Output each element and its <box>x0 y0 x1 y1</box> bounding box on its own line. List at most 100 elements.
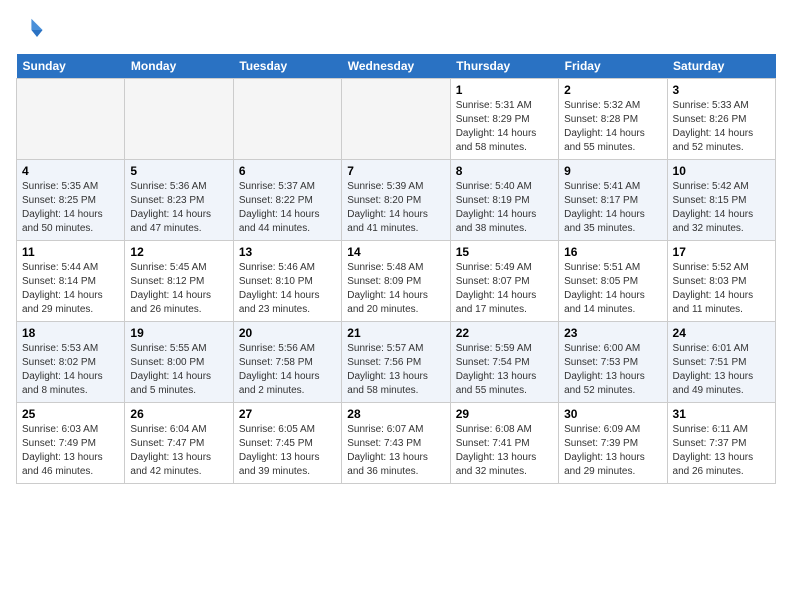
calendar-header: SundayMondayTuesdayWednesdayThursdayFrid… <box>17 54 776 79</box>
day-number: 10 <box>673 164 770 178</box>
calendar-cell: 23Sunrise: 6:00 AM Sunset: 7:53 PM Dayli… <box>559 322 667 403</box>
day-info: Sunrise: 5:46 AM Sunset: 8:10 PM Dayligh… <box>239 261 336 317</box>
header-day-thursday: Thursday <box>450 54 558 79</box>
day-info: Sunrise: 6:09 AM Sunset: 7:39 PM Dayligh… <box>564 423 661 479</box>
calendar-week-3: 11 Sunrise: 5:44 AM Sunset: 8:14 PM Dayli… <box>17 241 776 322</box>
day-number: 8 <box>456 164 553 178</box>
logo <box>16 16 48 44</box>
logo-icon <box>16 16 44 44</box>
calendar-cell: 30 Sunrise: 6:09 AM Sunset: 7:39 PM Dayli… <box>559 403 667 484</box>
calendar-week-5: 25 Sunrise: 6:03 AM Sunset: 7:49 PM Dayli… <box>17 403 776 484</box>
day-info: Sunrise: 5:31 AM Sunset: 8:29 PM Dayligh… <box>456 99 553 155</box>
day-info: Sunrise: 5:56 AM Sunset: 7:58 PM Dayligh… <box>239 342 336 398</box>
day-info: Sunrise: 5:51 AM Sunset: 8:05 PM Dayligh… <box>564 261 661 317</box>
day-info: Sunrise: 5:53 AM Sunset: 8:02 PM Dayligh… <box>22 342 119 398</box>
day-info: Sunrise: 5:39 AM Sunset: 8:20 PM Dayligh… <box>347 180 444 236</box>
day-number: 16 <box>564 245 661 259</box>
calendar-cell: 7Sunrise: 5:39 AM Sunset: 8:20 PM Daylig… <box>342 160 450 241</box>
calendar-cell: 26 Sunrise: 6:04 AM Sunset: 7:47 PM Dayli… <box>125 403 233 484</box>
day-number: 26 <box>130 407 227 421</box>
calendar-cell: 18Sunrise: 5:53 AM Sunset: 8:02 PM Dayli… <box>17 322 125 403</box>
header-day-friday: Friday <box>559 54 667 79</box>
day-info: Sunrise: 5:49 AM Sunset: 8:07 PM Dayligh… <box>456 261 553 317</box>
header-day-wednesday: Wednesday <box>342 54 450 79</box>
day-info: Sunrise: 5:35 AM Sunset: 8:25 PM Dayligh… <box>22 180 119 236</box>
calendar-cell <box>17 79 125 160</box>
day-info: Sunrise: 5:32 AM Sunset: 8:28 PM Dayligh… <box>564 99 661 155</box>
day-info: Sunrise: 6:00 AM Sunset: 7:53 PM Dayligh… <box>564 342 661 398</box>
calendar-cell: 27Sunrise: 6:05 AM Sunset: 7:45 PM Dayli… <box>233 403 341 484</box>
day-info: Sunrise: 5:42 AM Sunset: 8:15 PM Dayligh… <box>673 180 770 236</box>
calendar-week-1: 1Sunrise: 5:31 AM Sunset: 8:29 PM Daylig… <box>17 79 776 160</box>
day-info: Sunrise: 6:08 AM Sunset: 7:41 PM Dayligh… <box>456 423 553 479</box>
day-info: Sunrise: 5:41 AM Sunset: 8:17 PM Dayligh… <box>564 180 661 236</box>
calendar-table: SundayMondayTuesdayWednesdayThursdayFrid… <box>16 54 776 484</box>
calendar-cell: 11 Sunrise: 5:44 AM Sunset: 8:14 PM Dayli… <box>17 241 125 322</box>
day-number: 13 <box>239 245 336 259</box>
calendar-cell: 19 Sunrise: 5:55 AM Sunset: 8:00 PM Dayli… <box>125 322 233 403</box>
calendar-cell: 21 Sunrise: 5:57 AM Sunset: 7:56 PM Dayli… <box>342 322 450 403</box>
calendar-cell: 31 Sunrise: 6:11 AM Sunset: 7:37 PM Dayli… <box>667 403 775 484</box>
day-info: Sunrise: 5:57 AM Sunset: 7:56 PM Dayligh… <box>347 342 444 398</box>
day-info: Sunrise: 6:07 AM Sunset: 7:43 PM Dayligh… <box>347 423 444 479</box>
header-row: SundayMondayTuesdayWednesdayThursdayFrid… <box>17 54 776 79</box>
day-number: 11 <box>22 245 119 259</box>
day-info: Sunrise: 5:55 AM Sunset: 8:00 PM Dayligh… <box>130 342 227 398</box>
day-number: 30 <box>564 407 661 421</box>
calendar-cell: 1Sunrise: 5:31 AM Sunset: 8:29 PM Daylig… <box>450 79 558 160</box>
calendar-cell: 9 Sunrise: 5:41 AM Sunset: 8:17 PM Daylig… <box>559 160 667 241</box>
header-day-saturday: Saturday <box>667 54 775 79</box>
header-day-monday: Monday <box>125 54 233 79</box>
calendar-week-2: 4 Sunrise: 5:35 AM Sunset: 8:25 PM Daylig… <box>17 160 776 241</box>
calendar-cell: 20Sunrise: 5:56 AM Sunset: 7:58 PM Dayli… <box>233 322 341 403</box>
day-number: 29 <box>456 407 553 421</box>
day-number: 25 <box>22 407 119 421</box>
day-number: 14 <box>347 245 444 259</box>
calendar-cell: 14 Sunrise: 5:48 AM Sunset: 8:09 PM Dayli… <box>342 241 450 322</box>
day-number: 5 <box>130 164 227 178</box>
calendar-cell: 22Sunrise: 5:59 AM Sunset: 7:54 PM Dayli… <box>450 322 558 403</box>
day-number: 9 <box>564 164 661 178</box>
day-info: Sunrise: 6:11 AM Sunset: 7:37 PM Dayligh… <box>673 423 770 479</box>
day-number: 6 <box>239 164 336 178</box>
day-info: Sunrise: 5:40 AM Sunset: 8:19 PM Dayligh… <box>456 180 553 236</box>
day-info: Sunrise: 5:33 AM Sunset: 8:26 PM Dayligh… <box>673 99 770 155</box>
calendar-cell: 13 Sunrise: 5:46 AM Sunset: 8:10 PM Dayli… <box>233 241 341 322</box>
day-info: Sunrise: 5:45 AM Sunset: 8:12 PM Dayligh… <box>130 261 227 317</box>
day-info: Sunrise: 6:01 AM Sunset: 7:51 PM Dayligh… <box>673 342 770 398</box>
calendar-week-4: 18Sunrise: 5:53 AM Sunset: 8:02 PM Dayli… <box>17 322 776 403</box>
calendar-body: 1Sunrise: 5:31 AM Sunset: 8:29 PM Daylig… <box>17 79 776 484</box>
calendar-cell: 6Sunrise: 5:37 AM Sunset: 8:22 PM Daylig… <box>233 160 341 241</box>
day-number: 19 <box>130 326 227 340</box>
calendar-cell: 24 Sunrise: 6:01 AM Sunset: 7:51 PM Dayli… <box>667 322 775 403</box>
day-number: 28 <box>347 407 444 421</box>
calendar-cell: 3 Sunrise: 5:33 AM Sunset: 8:26 PM Daylig… <box>667 79 775 160</box>
day-number: 4 <box>22 164 119 178</box>
day-number: 15 <box>456 245 553 259</box>
day-number: 3 <box>673 83 770 97</box>
day-info: Sunrise: 5:44 AM Sunset: 8:14 PM Dayligh… <box>22 261 119 317</box>
day-number: 27 <box>239 407 336 421</box>
day-info: Sunrise: 5:36 AM Sunset: 8:23 PM Dayligh… <box>130 180 227 236</box>
calendar-cell: 17Sunrise: 5:52 AM Sunset: 8:03 PM Dayli… <box>667 241 775 322</box>
calendar-cell <box>125 79 233 160</box>
day-info: Sunrise: 5:59 AM Sunset: 7:54 PM Dayligh… <box>456 342 553 398</box>
day-info: Sunrise: 6:04 AM Sunset: 7:47 PM Dayligh… <box>130 423 227 479</box>
day-number: 24 <box>673 326 770 340</box>
calendar-cell: 10 Sunrise: 5:42 AM Sunset: 8:15 PM Dayli… <box>667 160 775 241</box>
calendar-cell: 5 Sunrise: 5:36 AM Sunset: 8:23 PM Daylig… <box>125 160 233 241</box>
page-header <box>16 16 776 44</box>
calendar-cell <box>233 79 341 160</box>
day-number: 31 <box>673 407 770 421</box>
day-number: 17 <box>673 245 770 259</box>
calendar-cell: 12 Sunrise: 5:45 AM Sunset: 8:12 PM Dayli… <box>125 241 233 322</box>
calendar-cell: 2Sunrise: 5:32 AM Sunset: 8:28 PM Daylig… <box>559 79 667 160</box>
calendar-cell: 29 Sunrise: 6:08 AM Sunset: 7:41 PM Dayli… <box>450 403 558 484</box>
day-number: 12 <box>130 245 227 259</box>
header-day-sunday: Sunday <box>17 54 125 79</box>
calendar-cell: 25 Sunrise: 6:03 AM Sunset: 7:49 PM Dayli… <box>17 403 125 484</box>
calendar-cell: 8 Sunrise: 5:40 AM Sunset: 8:19 PM Daylig… <box>450 160 558 241</box>
day-info: Sunrise: 5:48 AM Sunset: 8:09 PM Dayligh… <box>347 261 444 317</box>
day-info: Sunrise: 6:03 AM Sunset: 7:49 PM Dayligh… <box>22 423 119 479</box>
day-number: 21 <box>347 326 444 340</box>
